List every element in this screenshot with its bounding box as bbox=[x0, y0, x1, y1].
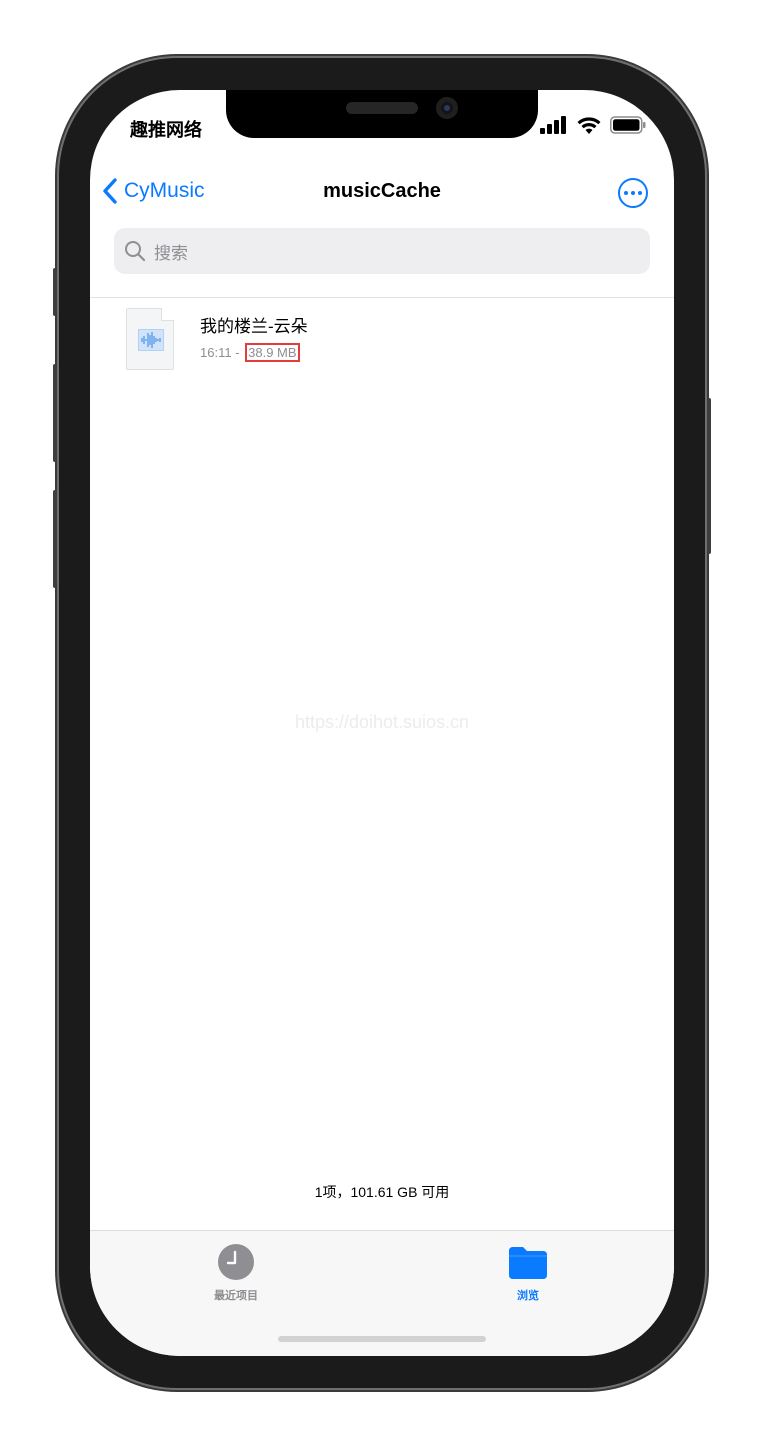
meta-separator: - bbox=[231, 345, 244, 360]
file-size: 38.9 MB bbox=[245, 343, 300, 362]
silent-switch bbox=[53, 268, 57, 316]
more-button[interactable] bbox=[618, 178, 648, 208]
file-meta: 16:11 - 38.9 MB bbox=[200, 343, 308, 362]
power-button bbox=[707, 398, 711, 554]
tab-browse[interactable]: 浏览 bbox=[468, 1243, 588, 1303]
front-camera bbox=[436, 97, 458, 119]
folder-icon bbox=[509, 1247, 547, 1279]
tab-recents[interactable]: 最近项目 bbox=[176, 1243, 296, 1303]
waveform-icon bbox=[141, 332, 161, 348]
earpiece-speaker bbox=[346, 102, 418, 114]
storage-info: 1项，101.61 GB 可用 bbox=[314, 1184, 450, 1200]
page-title: musicCache bbox=[323, 180, 441, 202]
screen: 趣推网络 CyMusic musicCache 搜索 我的楼兰-云朵 16:11… bbox=[90, 90, 674, 1356]
cellular-signal-icon bbox=[540, 116, 566, 134]
divider bbox=[90, 297, 674, 298]
carrier-label: 趣推网络 bbox=[130, 120, 202, 140]
file-name: 我的楼兰-云朵 bbox=[200, 317, 308, 336]
volume-up-button bbox=[53, 364, 57, 462]
audio-file-icon bbox=[126, 308, 174, 370]
wifi-icon bbox=[577, 117, 601, 134]
search-icon bbox=[125, 241, 146, 262]
watermark-text: https://doihot.suios.cn bbox=[294, 712, 470, 732]
clock-icon bbox=[218, 1244, 254, 1280]
notch bbox=[226, 90, 538, 138]
home-indicator bbox=[278, 1336, 486, 1342]
ellipsis-circle-icon bbox=[624, 191, 628, 195]
status-icons bbox=[540, 116, 646, 134]
file-text: 我的楼兰-云朵 16:11 - 38.9 MB bbox=[200, 308, 308, 362]
tab-label: 最近项目 bbox=[214, 1290, 258, 1302]
battery-icon bbox=[610, 116, 646, 134]
search-placeholder: 搜索 bbox=[154, 243, 188, 263]
list-item[interactable]: 我的楼兰-云朵 16:11 - 38.9 MB bbox=[126, 308, 308, 370]
file-time: 16:11 bbox=[200, 345, 232, 360]
volume-down-button bbox=[53, 490, 57, 588]
search-input[interactable]: 搜索 bbox=[114, 228, 650, 274]
tab-label: 浏览 bbox=[517, 1290, 539, 1302]
